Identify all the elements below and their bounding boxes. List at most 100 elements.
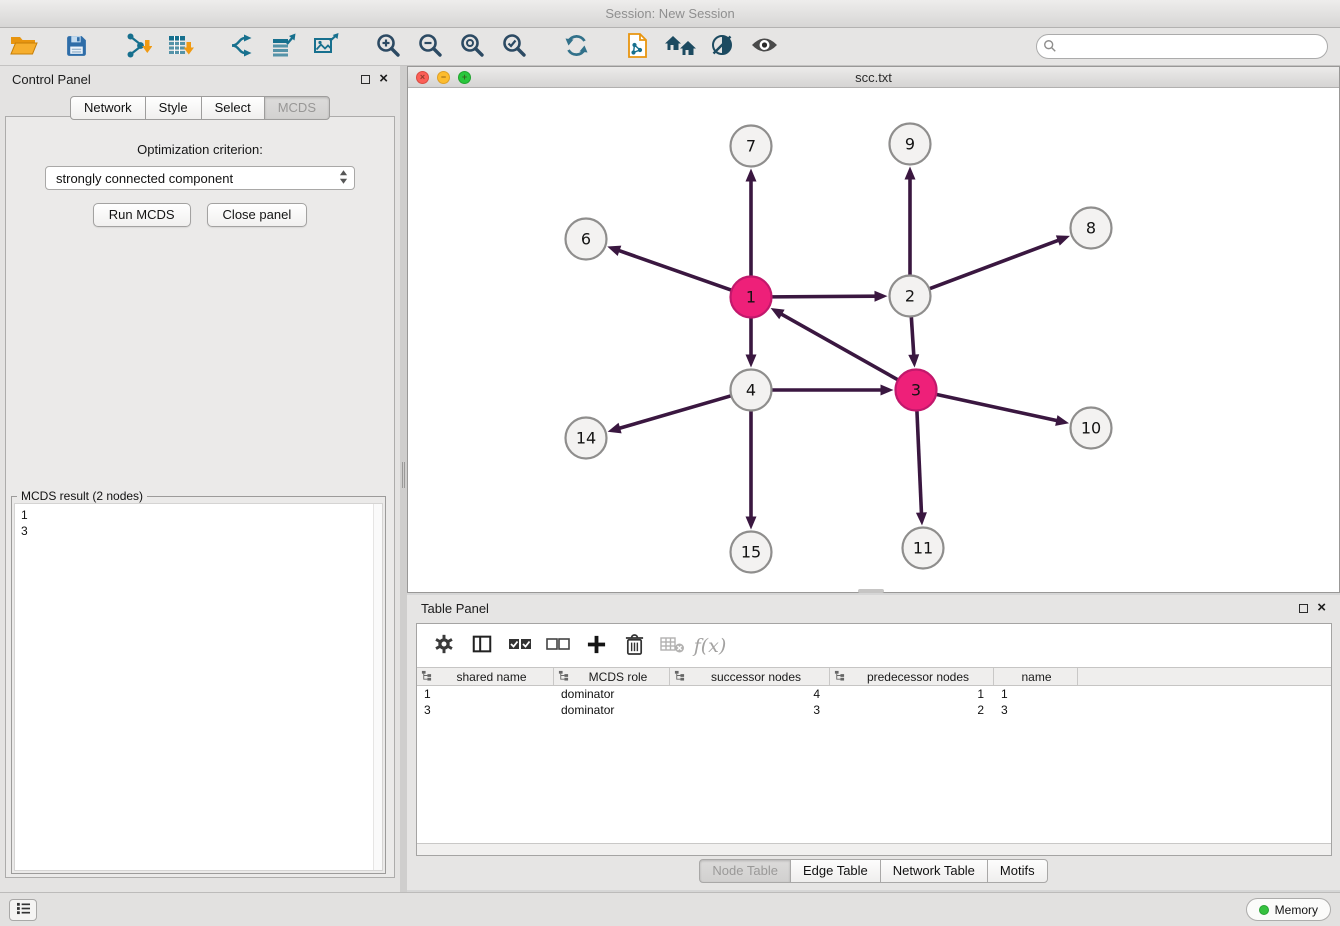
tab-style[interactable]: Style	[145, 96, 202, 120]
cell-shared-name[interactable]: 1	[417, 687, 554, 701]
run-mcds-button[interactable]: Run MCDS	[93, 203, 191, 227]
table-row[interactable]: 3 dominator 3 2 3	[417, 702, 1331, 718]
zoom-selected-button[interactable]	[496, 31, 532, 63]
close-table-panel-icon[interactable]: ×	[1317, 603, 1326, 613]
column-header-name[interactable]: name	[994, 668, 1078, 685]
network-window-titlebar[interactable]: × − + scc.txt	[408, 67, 1339, 88]
network-document-button[interactable]	[620, 31, 656, 63]
float-panel-icon[interactable]	[361, 75, 370, 84]
graph-edge-2-3[interactable]	[911, 315, 914, 356]
column-header-predecessor-nodes[interactable]: predecessor nodes	[830, 668, 994, 685]
table-settings-button[interactable]	[427, 629, 461, 663]
tab-select[interactable]: Select	[201, 96, 265, 120]
delete-table-button[interactable]	[655, 629, 689, 663]
delete-column-button[interactable]	[617, 629, 651, 663]
panel-resize-divider[interactable]	[400, 66, 407, 892]
graph-node-4[interactable]: 4	[731, 370, 772, 411]
export-table-button[interactable]	[266, 31, 302, 63]
refresh-view-button[interactable]	[558, 31, 594, 63]
graph-edge-1-2[interactable]	[770, 296, 876, 297]
result-scrollbar[interactable]	[373, 504, 382, 870]
control-panel: Control Panel × Network Style Select MCD…	[0, 66, 400, 892]
deselect-all-button[interactable]	[541, 629, 575, 663]
export-image-button[interactable]	[308, 31, 344, 63]
cell-predecessor-nodes[interactable]: 2	[830, 703, 994, 717]
table-horizontal-scrollbar[interactable]	[417, 843, 1331, 855]
cell-name[interactable]: 3	[994, 703, 1078, 717]
select-all-button[interactable]	[503, 629, 537, 663]
graph-edge-arrowhead	[905, 167, 916, 180]
graph-node-9[interactable]: 9	[890, 124, 931, 165]
graph-edge-1-6[interactable]	[618, 250, 733, 290]
column-header-shared-name[interactable]: shared name	[417, 668, 554, 685]
graph-node-7[interactable]: 7	[731, 126, 772, 167]
add-column-button[interactable]	[579, 629, 613, 663]
minimize-window-button[interactable]: −	[437, 71, 450, 84]
tab-edge-table[interactable]: Edge Table	[790, 859, 881, 883]
graph-node-3[interactable]: 3	[896, 370, 937, 411]
first-neighbors-button[interactable]	[662, 31, 698, 63]
import-network-button[interactable]	[120, 31, 156, 63]
mcds-result-node: 1	[21, 507, 376, 523]
table-panel-tabs: Node Table Edge Table Network Table Moti…	[407, 859, 1340, 883]
tab-node-table[interactable]: Node Table	[699, 859, 791, 883]
table-row[interactable]: 1 dominator 4 1 1	[417, 686, 1331, 702]
new-network-button[interactable]	[224, 31, 260, 63]
graph-node-2[interactable]: 2	[890, 276, 931, 317]
tab-network[interactable]: Network	[70, 96, 146, 120]
graph-edge-2-8[interactable]	[928, 240, 1059, 289]
cell-successor-nodes[interactable]: 3	[670, 703, 830, 717]
graph-node-8[interactable]: 8	[1071, 208, 1112, 249]
network-share-icon	[229, 32, 256, 62]
graph-node-label: 4	[746, 381, 756, 400]
tab-mcds[interactable]: MCDS	[264, 96, 330, 120]
zoom-fit-button[interactable]	[454, 31, 490, 63]
cell-mcds-role[interactable]: dominator	[554, 703, 670, 717]
float-table-panel-icon[interactable]	[1299, 604, 1308, 613]
graph-edge-4-14[interactable]	[618, 395, 732, 428]
graph-node-10[interactable]: 10	[1071, 408, 1112, 449]
graphics-details-button[interactable]	[704, 31, 740, 63]
tab-network-table[interactable]: Network Table	[880, 859, 988, 883]
panel-selector-button[interactable]	[9, 899, 37, 921]
search-input[interactable]	[1036, 34, 1328, 59]
close-panel-button[interactable]: Close panel	[207, 203, 308, 227]
zoom-in-button[interactable]	[370, 31, 406, 63]
cell-name[interactable]: 1	[994, 687, 1078, 701]
memory-button[interactable]: Memory	[1246, 898, 1331, 921]
graph-edge-arrowhead	[746, 517, 757, 530]
cell-mcds-role[interactable]: dominator	[554, 687, 670, 701]
graph-edge-arrowhead	[908, 354, 919, 367]
graph-edge-arrowhead	[1056, 235, 1070, 245]
divider-handle[interactable]	[402, 462, 405, 488]
graph-node-11[interactable]: 11	[903, 528, 944, 569]
cell-predecessor-nodes[interactable]: 1	[830, 687, 994, 701]
graph-node-14[interactable]: 14	[566, 418, 607, 459]
save-icon	[64, 33, 89, 61]
graph-edge-3-10[interactable]	[935, 394, 1058, 421]
zoom-out-button[interactable]	[412, 31, 448, 63]
cell-successor-nodes[interactable]: 4	[670, 687, 830, 701]
graph-node-6[interactable]: 6	[566, 219, 607, 260]
toggle-columns-button[interactable]	[465, 629, 499, 663]
save-session-button[interactable]	[58, 31, 94, 63]
network-canvas[interactable]: 7 9 6 8 1 2 4 3 14 10 15 11	[408, 88, 1339, 592]
open-file-button[interactable]	[6, 31, 42, 63]
main-toolbar	[0, 28, 1340, 66]
column-header-successor-nodes[interactable]: successor nodes	[670, 668, 830, 685]
cell-shared-name[interactable]: 3	[417, 703, 554, 717]
show-hide-panels-button[interactable]	[746, 31, 782, 63]
optimization-dropdown[interactable]: strongly connected component	[45, 166, 355, 190]
close-window-button[interactable]: ×	[416, 71, 429, 84]
maximize-window-button[interactable]: +	[458, 71, 471, 84]
horizontal-resize-handle[interactable]	[858, 589, 884, 593]
graph-node-1[interactable]: 1	[731, 277, 772, 318]
graph-edge-3-11[interactable]	[917, 409, 922, 514]
graph-edge-3-1[interactable]	[780, 313, 899, 380]
column-header-mcds-role[interactable]: MCDS role	[554, 668, 670, 685]
close-panel-x-icon[interactable]: ×	[379, 74, 388, 84]
import-table-button[interactable]	[162, 31, 198, 63]
function-builder-button[interactable]: f(x)	[693, 629, 727, 663]
tab-motifs[interactable]: Motifs	[987, 859, 1048, 883]
graph-node-15[interactable]: 15	[731, 532, 772, 573]
